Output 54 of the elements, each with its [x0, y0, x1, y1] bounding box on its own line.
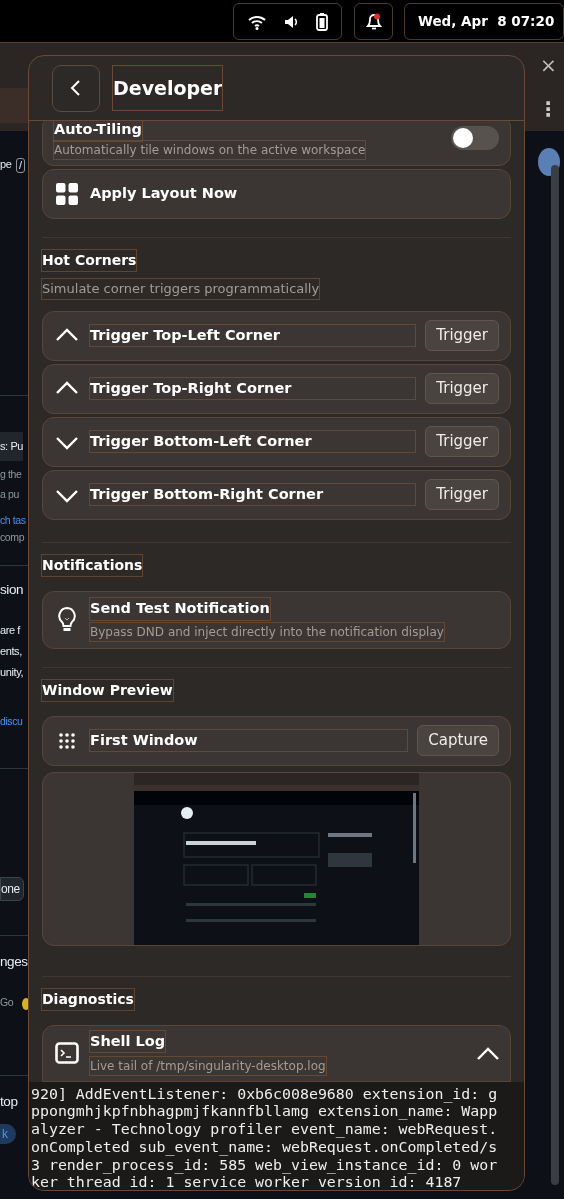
page-link[interactable]: ch tas	[0, 514, 26, 527]
drag-handle-icon[interactable]	[58, 731, 76, 750]
page-text: are f	[0, 624, 20, 638]
toggle-switch[interactable]	[451, 126, 499, 150]
section-heading: Window Preview	[42, 679, 173, 701]
page-text: s: Pu	[0, 432, 24, 462]
capture-button[interactable]: Capture	[417, 725, 499, 756]
row-label: Trigger Top-Left Corner	[90, 324, 416, 347]
section-heading: Diagnostics	[42, 988, 134, 1010]
page-text: sion	[0, 582, 24, 599]
trigger-button[interactable]: Trigger	[425, 320, 499, 351]
trigger-button[interactable]: Trigger	[425, 479, 499, 510]
topic-tag[interactable]: k	[0, 1124, 16, 1145]
page-text: g the	[0, 468, 22, 481]
key-hint: /	[16, 158, 25, 174]
close-button[interactable]: ×	[540, 50, 557, 80]
page-text: pe	[0, 158, 12, 172]
log-row: Shell Log Live tail of /tmp/singularity-desktop.log	[42, 1024, 511, 1082]
battery-icon[interactable]	[315, 12, 328, 31]
page-text: ents,	[0, 645, 22, 659]
page-text: a pu	[0, 488, 19, 501]
row-label: Trigger Bottom-Right Corner	[90, 483, 416, 506]
grid-icon	[56, 183, 78, 205]
page-text: top	[0, 1094, 18, 1111]
page-button[interactable]: one	[0, 877, 24, 902]
address-bar	[0, 88, 28, 123]
collapse-icon[interactable]	[477, 1046, 499, 1061]
back-icon	[70, 80, 82, 96]
section-heading: Hot Corners	[42, 250, 137, 271]
trigger-button[interactable]: Trigger	[425, 373, 499, 404]
section-heading: Notifications	[42, 554, 143, 576]
page-text: comp	[0, 531, 25, 544]
volume-icon[interactable]	[283, 14, 298, 29]
setting-label: Auto-Tiling	[54, 121, 142, 141]
terminal-icon	[55, 1042, 79, 1064]
section-description: Simulate corner triggers programmatically	[42, 279, 320, 299]
log-output: 920] AddEventListener: 0xb6c008e9680 extension_id: g ppongmhjkpfnbhagpmjfkannfbllamg extension_name: Wapp alyzer - Technology profiler event_name: webRequest. onCompleted sub_event_name: webRequest.onCompleted/s 3 render_process_id: 585 web_view_instance_id: 0 wor ker thread id: 1 service worker version id: 4187	[29, 1081, 524, 1190]
row-label: Trigger Bottom-Left Corner	[90, 430, 416, 453]
wifi-icon[interactable]	[247, 13, 266, 30]
panel-title: Developer	[113, 65, 223, 111]
page-link[interactable]: discu	[0, 715, 23, 728]
window-name: First Window	[90, 729, 408, 752]
page-text: Go	[0, 996, 14, 1009]
menu-button[interactable]: ⋮	[538, 94, 558, 124]
send-notification-button[interactable]: Send Test Notification Bypass DND and inject directly into the notification display	[42, 590, 511, 649]
trigger-button[interactable]: Trigger	[425, 426, 499, 457]
lightbulb-icon	[57, 606, 77, 633]
page-text: unity,	[0, 666, 24, 680]
status-tray[interactable]	[233, 3, 342, 40]
page-text: nges	[0, 954, 28, 971]
setting-description: Automatically tile windows on the active workspace	[54, 141, 366, 159]
apply-layout-button[interactable]: Apply Layout Now	[42, 169, 511, 219]
notification-bell-icon[interactable]	[364, 12, 383, 31]
row-label: Trigger Top-Right Corner	[90, 377, 416, 400]
